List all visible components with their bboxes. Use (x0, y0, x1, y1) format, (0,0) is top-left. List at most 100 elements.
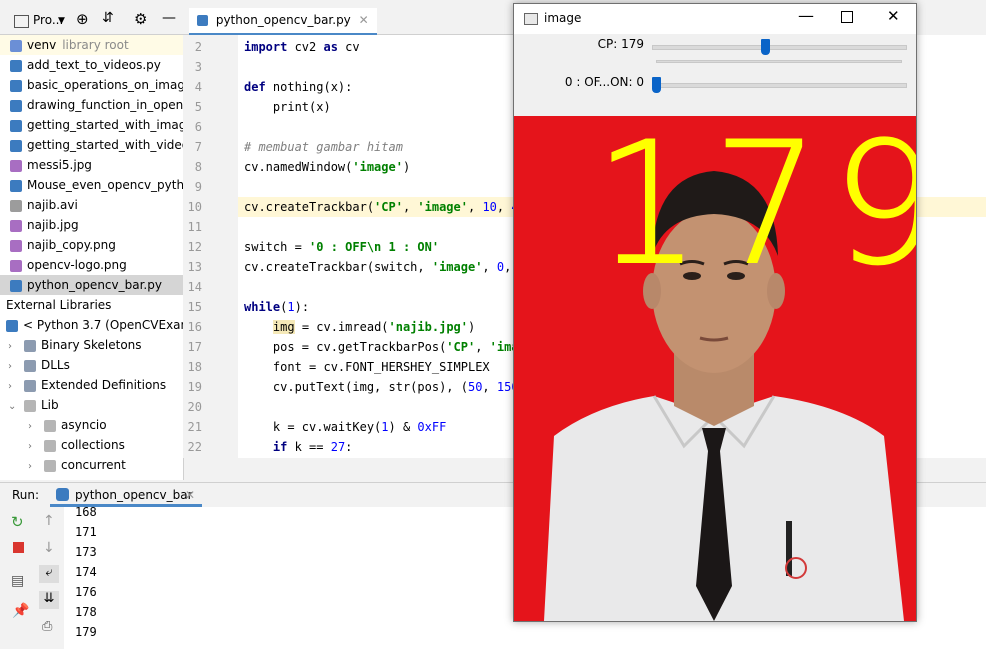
project-item-label: drawing_function_in_opencv.py (27, 98, 184, 112)
project-item-label: venv (27, 38, 57, 52)
code-line: # membuat gambar hitam (244, 140, 403, 154)
chevron-right-icon[interactable]: › (28, 417, 38, 437)
project-item-label: opencv-logo.png (27, 258, 127, 272)
chevron-right-icon[interactable]: › (28, 437, 38, 457)
output-line: 176 (75, 585, 97, 599)
trackbar-cp-thumb[interactable] (761, 39, 771, 55)
chevron-down-icon[interactable]: ⌄ (8, 397, 18, 417)
project-item-label: getting_started_with_video.py (27, 138, 183, 152)
project-item[interactable]: add_text_to_videos.py (0, 55, 183, 75)
minimize-icon[interactable]: — (798, 6, 814, 25)
python-file-icon (197, 15, 208, 26)
library-item[interactable]: › Binary Skeletons (0, 335, 183, 357)
project-item-label: basic_operations_on_image.py (27, 78, 184, 92)
maximize-icon[interactable] (841, 11, 853, 23)
project-item-label: najib_copy.png (27, 238, 116, 252)
chevron-right-icon[interactable]: › (8, 357, 18, 377)
line-number: 15 (187, 300, 202, 314)
project-item[interactable]: python_opencv_bar.py (0, 275, 183, 295)
external-libraries-label: External Libraries (6, 298, 112, 312)
project-view-icon[interactable] (14, 15, 29, 28)
run-tab[interactable]: python_opencv_bar (75, 488, 193, 502)
project-item[interactable]: getting_started_with_image.py (0, 115, 183, 135)
line-number: 8 (194, 160, 202, 174)
trackbar-cp[interactable] (652, 45, 907, 50)
scroll-up-icon[interactable]: ↑ (43, 513, 55, 529)
library-item[interactable]: ⌄ Lib (0, 395, 183, 417)
chevron-right-icon[interactable]: › (28, 457, 38, 477)
library-item[interactable]: › Extended Definitions (0, 375, 183, 397)
line-number: 16 (187, 320, 202, 334)
run-toolbar-secondary: ↑ ↓ ⤶ ⇊ ⎙ (36, 507, 64, 649)
line-number: 4 (194, 80, 202, 94)
scroll-to-end-icon[interactable]: ⇊ (39, 591, 59, 609)
locate-icon[interactable]: ⊕ (76, 10, 89, 28)
layout-icon[interactable]: ▤ (11, 573, 24, 589)
library-subitem-label: concurrent (61, 458, 126, 472)
project-item[interactable]: Mouse_even_opencv_python.py (0, 175, 183, 195)
run-label: Run: (12, 488, 40, 502)
line-number: 10 (187, 200, 202, 214)
library-subitem[interactable]: › asyncio (0, 415, 183, 437)
project-item[interactable]: messi5.jpg (0, 155, 183, 175)
scroll-down-icon[interactable]: ↓ (43, 540, 55, 556)
window-titlebar[interactable]: image — ✕ (514, 4, 916, 34)
chevron-right-icon[interactable]: › (8, 377, 18, 397)
close-icon[interactable]: ✕ (185, 488, 195, 502)
line-gutter: 2 3 4 5 6 7 8 9 10 11 12 13 14 15 16 17 18 19 20 21 22 (183, 35, 238, 458)
project-item[interactable]: najib_copy.png (0, 235, 183, 255)
close-window-icon[interactable]: ✕ (887, 7, 900, 25)
project-item[interactable]: opencv-logo.png (0, 255, 183, 275)
code-line: cv.putText(img, str(pos), (50, 150) (244, 380, 526, 394)
library-subitem[interactable]: › collections (0, 435, 183, 457)
soft-wrap-icon[interactable]: ⤶ (39, 565, 59, 583)
project-item[interactable]: basic_operations_on_image.py (0, 75, 183, 95)
folder-icon (6, 319, 18, 332)
rerun-icon[interactable]: ↻ (11, 513, 24, 531)
trackbar-switch-label: 0 : OF...ON: 0 (564, 75, 644, 89)
code-line: cv.createTrackbar(switch, 'image', 0, 1 (244, 260, 526, 274)
library-item[interactable]: › DLLs (0, 355, 183, 377)
line-number: 17 (187, 340, 202, 354)
chevron-down-icon[interactable]: ▼ (58, 16, 65, 26)
folder-icon (24, 339, 36, 352)
print-icon[interactable]: ⎙ (42, 619, 52, 634)
external-libraries[interactable]: External Libraries (0, 295, 183, 315)
code-line: def nothing(x): (244, 80, 353, 94)
trackbar-switch-thumb[interactable] (652, 77, 661, 93)
project-item[interactable]: venv library root (0, 35, 183, 55)
line-number: 9 (194, 180, 202, 194)
line-number: 2 (194, 40, 202, 54)
python-run-icon (56, 488, 69, 501)
gear-icon[interactable]: ⚙ (134, 10, 147, 28)
tab-python-opencv-bar[interactable]: python_opencv_bar.py ✕ (189, 8, 377, 36)
project-item[interactable]: najib.jpg (0, 215, 183, 235)
chevron-right-icon[interactable]: › (8, 337, 18, 357)
library-subitem[interactable]: › concurrent (0, 455, 183, 477)
project-item[interactable]: najib.avi (0, 195, 183, 215)
code-line: cv.namedWindow('image') (244, 160, 411, 174)
code-line: while(1): (244, 300, 310, 314)
python-file-icon (10, 279, 22, 292)
project-item-label: messi5.jpg (27, 158, 92, 172)
hide-icon[interactable]: — (162, 10, 176, 26)
editor-tab-bar: python_opencv_bar.py ✕ (183, 8, 513, 36)
image-file-icon (10, 159, 22, 172)
python-file-icon (10, 79, 22, 92)
image-file-icon (10, 259, 22, 272)
overlay-number-text: 179 (593, 116, 916, 303)
project-toolbar: Pro... ▼ ⊕ ⇵ ⚙ — (0, 8, 183, 35)
python-interpreter[interactable]: < Python 3.7 (OpenCVExample (0, 315, 183, 335)
library-item-label: Lib (41, 398, 59, 412)
code-line: print(x) (244, 100, 331, 114)
project-item[interactable]: getting_started_with_video.py (0, 135, 183, 155)
trackbar-switch[interactable] (652, 83, 907, 88)
project-item[interactable]: drawing_function_in_opencv.py (0, 95, 183, 115)
close-icon[interactable]: ✕ (359, 13, 369, 27)
folder-icon (44, 419, 56, 432)
opencv-image-window[interactable]: image — ✕ CP: 179 0 : OF...ON: 0 179 (513, 3, 917, 622)
library-item-label: Binary Skeletons (41, 338, 142, 352)
stop-icon[interactable] (13, 542, 24, 553)
pin-icon[interactable]: 📌 (12, 603, 29, 619)
collapse-icon[interactable]: ⇵ (102, 10, 114, 26)
